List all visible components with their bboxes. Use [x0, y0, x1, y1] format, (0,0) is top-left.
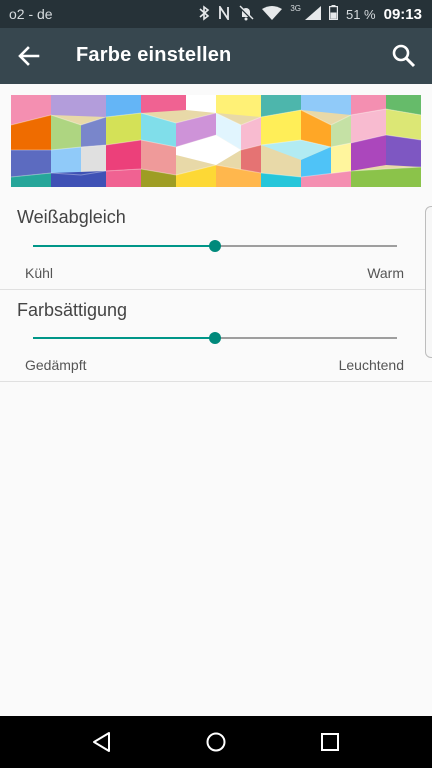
saturation-slider-thumb[interactable]	[209, 332, 221, 344]
search-icon	[392, 44, 416, 68]
saturation-label: Farbsättigung	[17, 300, 128, 320]
status-icons: 3G 51 % 09:13	[198, 0, 422, 28]
cube-pattern-image	[11, 95, 421, 187]
white-balance-slider-thumb[interactable]	[209, 240, 221, 252]
saturation-min-label: Gedämpft	[25, 357, 87, 373]
color-pattern-banner	[11, 95, 421, 187]
battery-icon	[328, 5, 338, 23]
back-button[interactable]	[14, 42, 44, 70]
notifications-off-icon	[238, 4, 255, 24]
recents-nav-icon[interactable]	[318, 730, 342, 754]
white-balance-setting: Weißabgleich Kühl Warm	[0, 196, 432, 290]
navigation-bar	[0, 716, 432, 768]
saturation-max-label: Leuchtend	[338, 357, 404, 373]
carrier-name: o2 - de	[9, 6, 53, 22]
home-nav-icon[interactable]	[204, 730, 228, 754]
status-bar: o2 - de 3G 51 % 09:13	[0, 0, 432, 28]
saturation-setting: Farbsättigung Gedämpft Leuchtend	[0, 290, 432, 382]
bluetooth-icon	[198, 4, 210, 24]
white-balance-slider-fill	[33, 245, 215, 247]
clock: 09:13	[383, 5, 422, 23]
app-bar: Farbe einstellen	[0, 28, 432, 84]
wifi-icon	[262, 5, 283, 23]
nfc-icon	[218, 3, 230, 23]
battery-percentage: 51 %	[345, 6, 376, 22]
back-nav-icon[interactable]	[90, 730, 114, 754]
page-title: Farbe einstellen	[76, 44, 232, 66]
saturation-slider[interactable]	[33, 332, 397, 344]
saturation-slider-fill	[33, 337, 215, 339]
arrow-back-icon	[18, 46, 40, 66]
white-balance-min-label: Kühl	[25, 265, 54, 281]
white-balance-label: Weißabgleich	[17, 207, 126, 227]
search-button[interactable]	[390, 42, 418, 70]
network-type: 3G	[290, 3, 301, 13]
edge-panel-handle[interactable]	[425, 206, 432, 358]
white-balance-slider[interactable]	[33, 240, 397, 252]
white-balance-max-label: Warm	[367, 265, 404, 281]
signal-icon	[304, 5, 321, 23]
